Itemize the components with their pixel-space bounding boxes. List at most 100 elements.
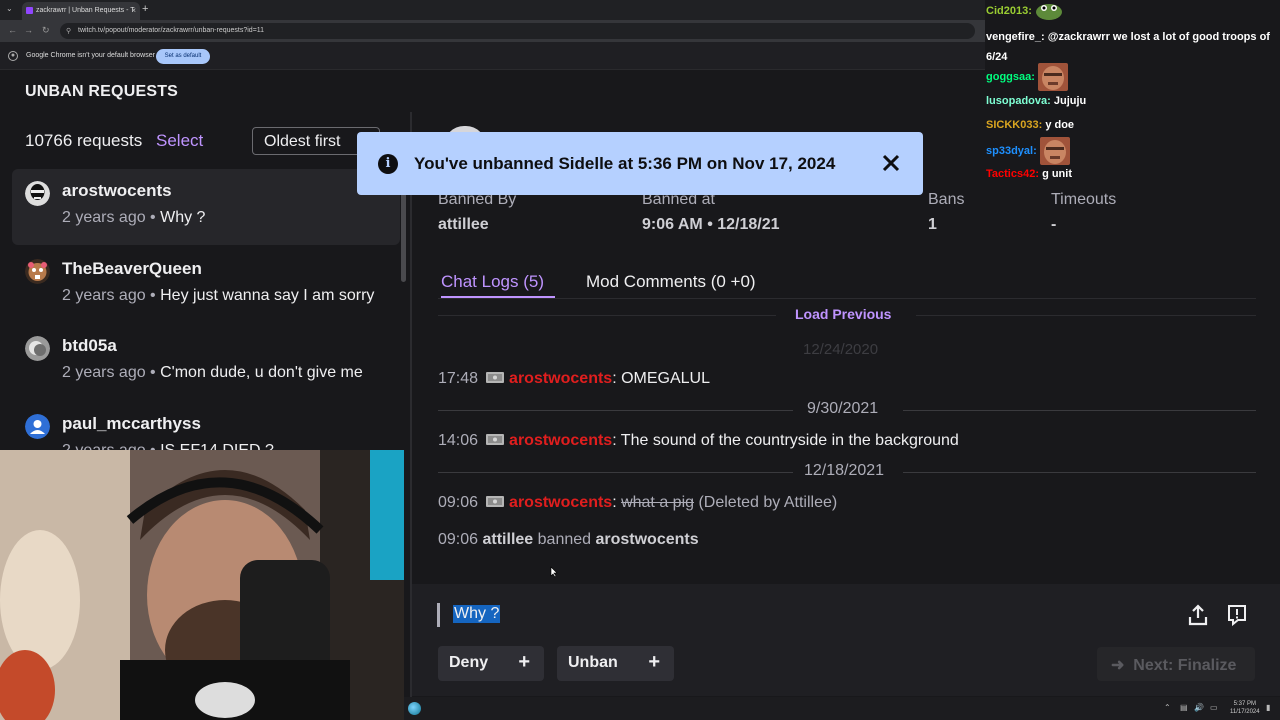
date-separator-label: 12/24/2020 <box>803 341 879 358</box>
request-meta: 2 years ago • Why ? <box>62 209 388 227</box>
chat-overlay-user: vengefire_: <box>986 31 1045 43</box>
request-count: 10766 requests <box>25 131 143 150</box>
unban-button[interactable]: Unban + <box>557 646 674 681</box>
deny-button[interactable]: Deny + <box>438 646 544 681</box>
chat-timestamp: 14:06 <box>438 432 479 449</box>
request-time: 2 years ago <box>62 364 146 381</box>
next-finalize-label: Next: Finalize <box>1133 657 1237 674</box>
chat-separator: : <box>612 432 621 449</box>
url-field[interactable]: ⚲ twitch.tv/popout/moderator/zackrawrr/u… <box>60 23 975 39</box>
reload-icon[interactable]: ↻ <box>42 25 50 36</box>
timeouts-label: Timeouts <box>1051 191 1117 208</box>
forward-icon[interactable]: → <box>24 25 33 35</box>
divider <box>903 472 1256 473</box>
taskbar: ⌃ ▤ 🔊 ▭ 5:37 PM 11/17/2024 ▮ <box>404 697 1280 720</box>
avatar <box>25 181 50 206</box>
volume-icon[interactable]: 🔊 <box>1194 703 1204 712</box>
plus-icon[interactable]: + <box>648 651 660 674</box>
chat-log-line: 14:06 arostwocents: The sound of the coun… <box>438 431 959 450</box>
chat-timestamp: 17:48 <box>438 370 479 387</box>
close-tab-icon[interactable]: × <box>131 6 136 15</box>
tab-chat-logs[interactable]: Chat Logs (5) <box>441 272 544 292</box>
taskbar-clock[interactable]: 5:37 PM 11/17/2024 <box>1230 700 1260 716</box>
request-item[interactable]: TheBeaverQueen 2 years ago • Hey just wa… <box>12 247 400 323</box>
address-bar-row: ← → ↻ ⚲ twitch.tv/popout/moderator/zackr… <box>0 20 985 42</box>
face-emote-icon <box>1037 63 1068 91</box>
active-tab-indicator <box>441 296 555 298</box>
default-avatar-icon <box>25 414 50 439</box>
request-item[interactable]: arostwocents 2 years ago • Why ? <box>12 169 400 245</box>
chat-username[interactable]: arostwocents <box>509 494 612 511</box>
quote-bar <box>437 603 440 627</box>
network-icon[interactable]: ▤ <box>1180 703 1188 712</box>
banned-user-name[interactable]: arostwocents <box>595 531 698 548</box>
close-icon[interactable] <box>879 150 903 176</box>
request-meta: 2 years ago • C'mon dude, u don't give m… <box>62 364 388 382</box>
chat-overlay-user: SICKK033: <box>986 119 1043 131</box>
chat-overlay-message: goggsaa: <box>986 63 1068 91</box>
back-icon[interactable]: ← <box>8 25 17 35</box>
ban-action: banned <box>537 531 592 548</box>
notification-icon[interactable]: ▮ <box>1266 703 1270 712</box>
divider <box>903 410 1256 411</box>
face-emote-icon <box>1039 137 1070 165</box>
select-button[interactable]: Select <box>156 131 203 151</box>
deny-label: Deny <box>449 654 489 671</box>
arrow-right-icon: ➜ <box>1111 657 1125 674</box>
moderator-name[interactable]: attillee <box>483 531 534 548</box>
chat-username[interactable]: arostwocents <box>509 370 612 387</box>
chat-timestamp: 09:06 <box>438 531 479 548</box>
taskbar-date: 11/17/2024 <box>1230 709 1260 715</box>
report-icon[interactable] <box>1226 603 1248 627</box>
plus-icon[interactable]: + <box>518 651 530 674</box>
unban-request-text[interactable]: Why ? <box>453 605 501 623</box>
tabs-divider <box>438 298 1256 299</box>
chat-username[interactable]: arostwocents <box>509 432 612 449</box>
divider <box>438 315 776 316</box>
request-item[interactable]: btd05a 2 years ago • C'mon dude, u don't… <box>12 324 400 400</box>
divider <box>438 472 793 473</box>
battery-icon[interactable]: ▭ <box>1210 703 1218 712</box>
divider <box>438 410 793 411</box>
chat-overlay-message: Cid2013: <box>986 2 1063 20</box>
chat-overlay-message: vengefire_: @zackrawrr we lost a lot of … <box>986 27 1278 67</box>
chevron-up-icon[interactable]: ⌃ <box>1164 703 1171 712</box>
new-tab-button[interactable]: + <box>142 3 148 15</box>
chat-separator: : <box>612 370 622 387</box>
tab-search-icon[interactable]: ⌄ <box>6 4 13 13</box>
chat-overlay-user: sp33dyal: <box>986 144 1037 157</box>
request-meta: 2 years ago • Hey just wanna say I am so… <box>62 287 388 305</box>
url-text: twitch.tv/popout/moderator/zackrawrr/unb… <box>78 27 265 34</box>
deleted-note: (Deleted by Attillee) <box>698 494 838 511</box>
chat-log-line: 09:06 arostwocents: what a pig (Deleted b… <box>438 493 837 512</box>
load-previous-button[interactable]: Load Previous <box>795 306 891 322</box>
chat-overlay-message: sp33dyal: <box>986 137 1070 165</box>
cash-badge-icon <box>486 434 505 445</box>
chat-overlay-message: Tactics42: g unit <box>986 168 1072 180</box>
request-username: TheBeaverQueen <box>62 259 202 278</box>
streamer-webcam <box>0 450 404 720</box>
request-username: btd05a <box>62 336 117 355</box>
site-info-icon[interactable]: ⚲ <box>66 27 71 35</box>
browser-tab[interactable]: zackrawrr | Unban Requests - T × <box>22 2 140 20</box>
toast-message: You've unbanned Sidelle at 5:36 PM on No… <box>414 154 836 173</box>
tab-mod-comments[interactable]: Mod Comments (0 +0) <box>586 272 756 292</box>
chat-message: OMEGALUL <box>621 370 710 387</box>
next-finalize-button[interactable]: ➜ Next: Finalize <box>1097 647 1255 681</box>
chat-overlay-user: goggsaa: <box>986 70 1035 83</box>
share-icon[interactable] <box>1186 603 1210 627</box>
request-separator: • <box>145 209 161 226</box>
chat-overlay-message: SICKK033: y doe <box>986 119 1074 131</box>
chat-overlay-user: Tactics42: <box>986 168 1039 180</box>
set-default-button[interactable]: Set as default <box>156 49 210 64</box>
date-separator-label: 12/18/2021 <box>804 462 885 479</box>
banned-by-value: attillee <box>438 216 489 233</box>
unban-label: Unban <box>568 654 618 671</box>
chat-overlay-text: y doe <box>1045 119 1075 131</box>
timeouts-value: - <box>1051 216 1057 233</box>
ban-event-line: 09:06 attillee banned arostwocents <box>438 531 699 549</box>
request-time: 2 years ago <box>62 287 146 304</box>
infobar-message: Google Chrome isn't your default browser <box>26 52 155 59</box>
divider <box>916 315 1256 316</box>
app-icon[interactable] <box>408 702 421 715</box>
